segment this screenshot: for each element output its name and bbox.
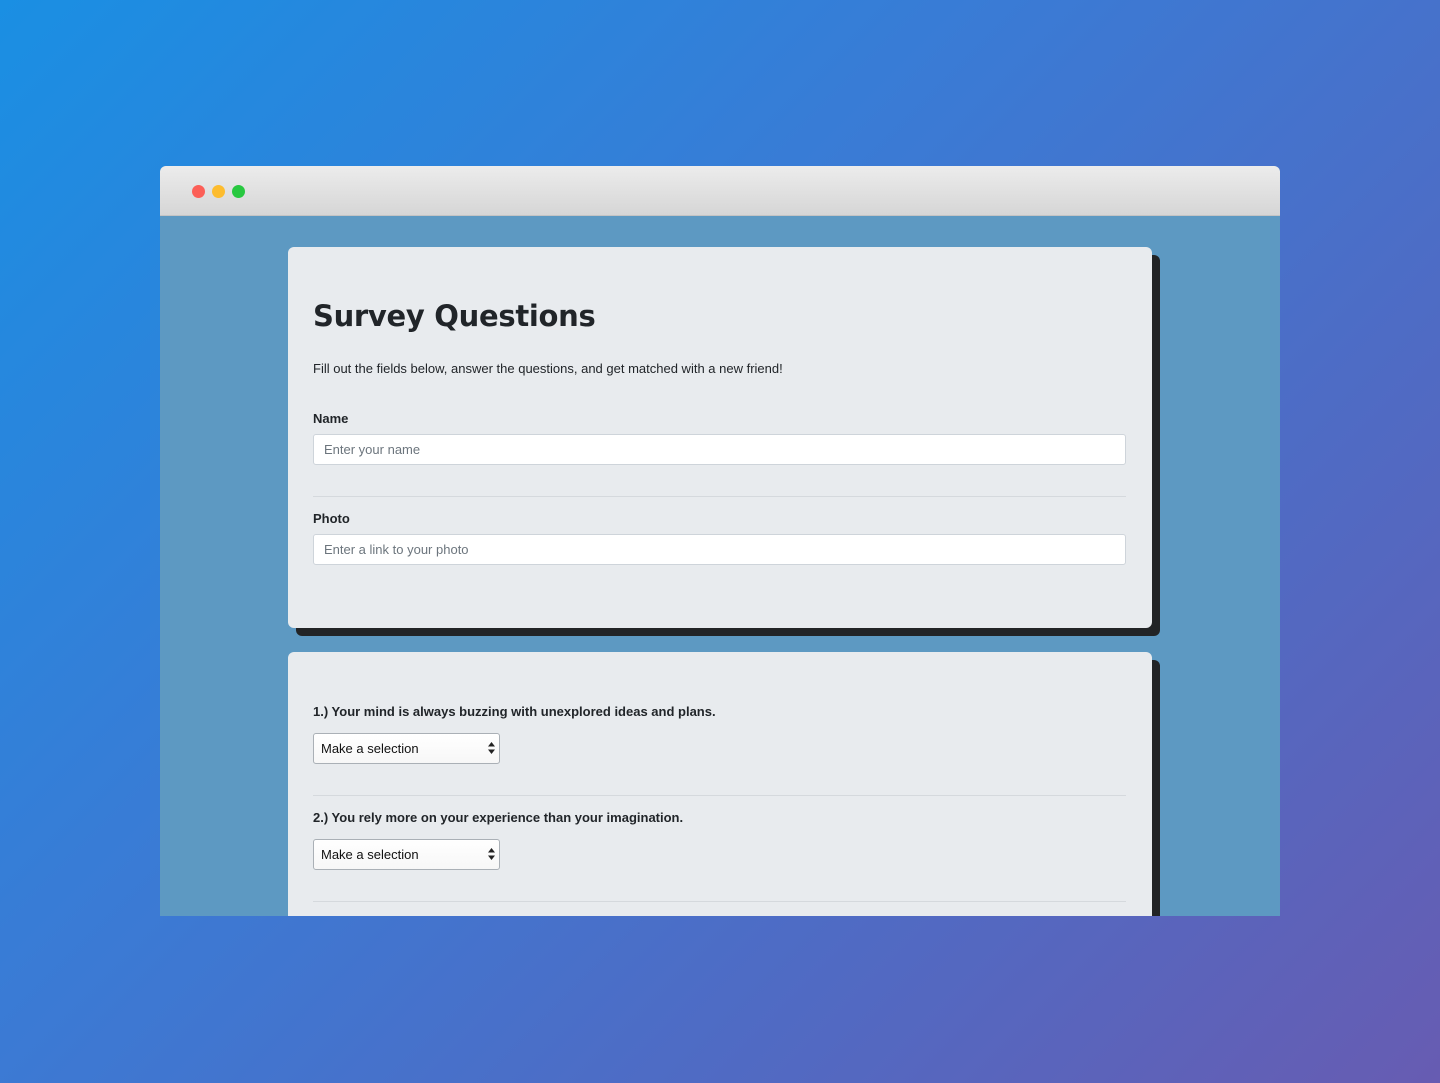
question-1-selected-value: Make a selection	[321, 741, 419, 756]
photo-label: Photo	[313, 511, 350, 526]
name-label: Name	[313, 411, 349, 426]
page-viewport: Survey Questions Fill out the fields bel…	[160, 216, 1280, 916]
name-input[interactable]	[313, 434, 1126, 465]
maximize-window-button[interactable]	[232, 185, 245, 198]
question-1-text: 1.) Your mind is always buzzing with une…	[313, 704, 716, 719]
question-divider	[313, 901, 1126, 902]
select-arrows-icon	[488, 742, 495, 754]
close-window-button[interactable]	[192, 185, 205, 198]
photo-link-input[interactable]	[313, 534, 1126, 565]
select-arrows-icon	[488, 848, 495, 860]
question-2-text: 2.) You rely more on your experience tha…	[313, 810, 684, 825]
window-titlebar	[160, 166, 1280, 216]
intro-card: Survey Questions Fill out the fields bel…	[288, 247, 1152, 628]
question-divider	[313, 795, 1126, 796]
questions-card: 1.) Your mind is always buzzing with une…	[288, 652, 1152, 916]
section-divider	[313, 496, 1126, 497]
page-lead-text: Fill out the fields below, answer the qu…	[313, 361, 783, 376]
question-1-select[interactable]: Make a selection	[313, 733, 500, 764]
question-2-selected-value: Make a selection	[321, 847, 419, 862]
page-title: Survey Questions	[313, 299, 596, 333]
question-2-select[interactable]: Make a selection	[313, 839, 500, 870]
minimize-window-button[interactable]	[212, 185, 225, 198]
browser-window: Survey Questions Fill out the fields bel…	[160, 166, 1280, 916]
